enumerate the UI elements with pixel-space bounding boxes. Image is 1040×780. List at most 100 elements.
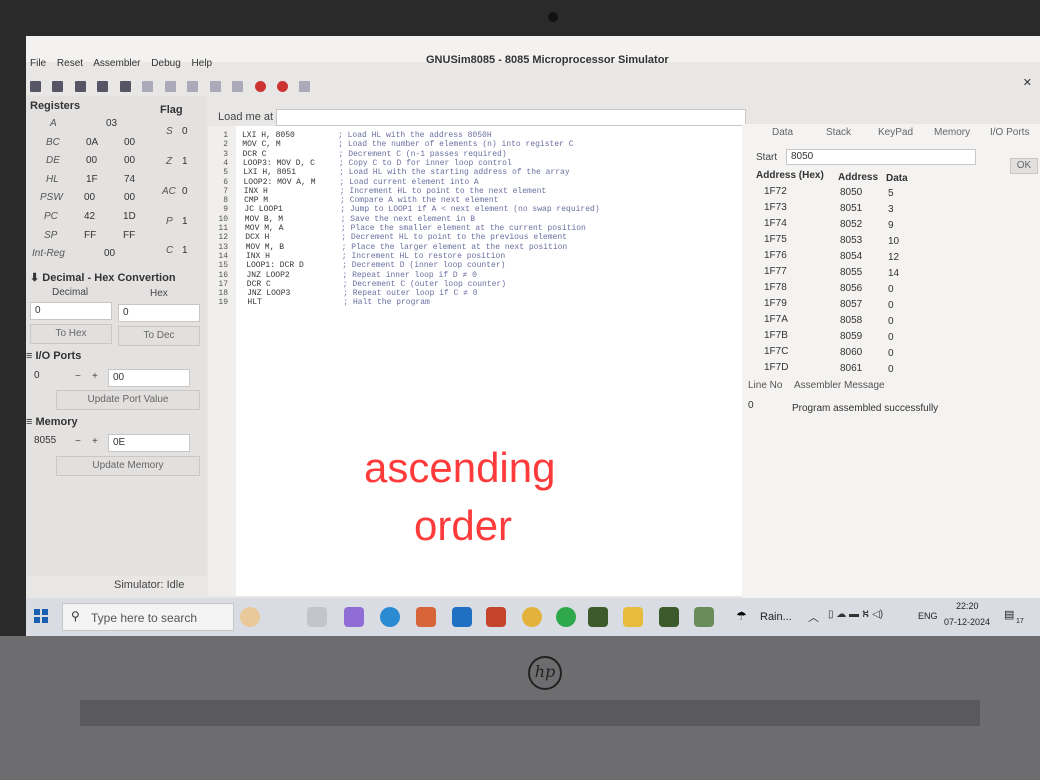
code-line[interactable]: INX H ; Increment HL to restore position: [246, 252, 505, 261]
menu-file[interactable]: File: [30, 58, 46, 69]
save-icon[interactable]: [74, 81, 86, 93]
code-line[interactable]: MOV M, A ; Place the smaller element at t…: [245, 224, 586, 233]
code-comment: ; Compare A with the next element: [340, 196, 499, 206]
clock-date[interactable]: 07-12-2024: [944, 617, 990, 627]
cell-address-hex: 1F73: [764, 202, 787, 213]
close-icon[interactable]: ✕: [1023, 76, 1032, 89]
task-view-icon[interactable]: [307, 607, 327, 627]
chevron-up-icon[interactable]: ︿: [808, 609, 819, 625]
start-input[interactable]: 8050: [786, 149, 976, 165]
weather-text[interactable]: Rain...: [760, 611, 792, 623]
reg-pc-label: PC: [44, 211, 58, 222]
code-line[interactable]: HLT ; Halt the program: [247, 298, 429, 307]
widgets-icon[interactable]: [240, 607, 260, 627]
load-address-input[interactable]: [276, 109, 746, 126]
cell-address: 8056: [840, 283, 863, 294]
notification-icon[interactable]: ▤: [1004, 608, 1014, 621]
menu-debug[interactable]: Debug: [151, 58, 180, 69]
system-tray-icons[interactable]: ▯ ☁ ▬ ⛕ ◁): [828, 609, 883, 622]
code-line[interactable]: DCR C ; Decrement C (outer loop counter): [247, 280, 506, 289]
code-line[interactable]: MOV M, B ; Place the larger element at th…: [246, 243, 568, 252]
to-hex-button[interactable]: To Hex: [30, 324, 112, 344]
windows-start-icon[interactable]: [34, 609, 48, 623]
cell-address-hex: 1F75: [764, 234, 787, 245]
code-line[interactable]: LXI H, 8050 ; Load HL with the address 80…: [242, 131, 492, 140]
memory-minus-button[interactable]: −: [75, 436, 81, 447]
decimal-input[interactable]: 0: [30, 302, 112, 320]
code-line[interactable]: MOV B, M ; Save the next element in B: [245, 215, 475, 224]
code-line[interactable]: JNZ LOOP3 ; Repeat outer loop if C ≠ 0: [247, 289, 477, 298]
open-file-icon[interactable]: [52, 81, 64, 93]
code-line[interactable]: MOV C, M ; Load the number of elements (n…: [242, 140, 573, 149]
memory-address[interactable]: 8055: [30, 433, 70, 451]
to-dec-button[interactable]: To Dec: [118, 326, 200, 346]
menu-reset[interactable]: Reset: [57, 58, 83, 69]
file-explorer-icon[interactable]: [623, 607, 643, 627]
whatsapp-icon[interactable]: [556, 607, 576, 627]
code-instruction: DCX H: [245, 233, 270, 243]
update-memory-button[interactable]: Update Memory: [56, 456, 200, 476]
code-line[interactable]: LXI H, 8051 ; Load HL with the starting a…: [243, 168, 569, 177]
cell-data: 0: [888, 364, 894, 375]
store-icon[interactable]: [416, 607, 436, 627]
col-address: Address: [838, 172, 879, 183]
code-line[interactable]: JC LOOP1 ; Jump to LOOP1 if A < next elem…: [244, 205, 599, 214]
chrome-icon[interactable]: [522, 607, 542, 627]
step-out-icon[interactable]: [232, 81, 244, 93]
io-minus-button[interactable]: −: [75, 371, 81, 382]
flag-z-value: 1: [182, 156, 188, 167]
new-file-icon[interactable]: [30, 81, 41, 93]
code-instruction: HLT: [247, 298, 262, 308]
memory-title: ≡ Memory: [26, 416, 78, 428]
execute-icon[interactable]: [164, 81, 176, 93]
save-as-icon[interactable]: [97, 81, 109, 93]
memory-value[interactable]: 0E: [108, 434, 190, 452]
app-icon[interactable]: [694, 607, 714, 627]
cell-data: 12: [888, 252, 900, 263]
assemble-icon[interactable]: [142, 81, 154, 93]
cell-address: 8059: [840, 331, 863, 342]
gnusim-taskbar-icon[interactable]: [588, 607, 608, 627]
code-line[interactable]: CMP M ; Compare A with the next element: [244, 196, 498, 205]
tab-data[interactable]: Data: [772, 124, 793, 142]
update-port-button[interactable]: Update Port Value: [56, 390, 200, 410]
stop-icon[interactable]: [276, 81, 288, 93]
move-icon[interactable]: [299, 81, 311, 93]
io-plus-button[interactable]: +: [92, 371, 98, 382]
menu-assembler[interactable]: Assembler: [93, 58, 140, 69]
cell-address: 8058: [840, 315, 863, 326]
tab-keypad[interactable]: KeyPad: [878, 124, 913, 142]
code-line[interactable]: LOOP3: MOV D, C ; Copy C to D for inner l…: [243, 159, 512, 168]
clock-time[interactable]: 22:20: [956, 601, 979, 611]
powerpoint-icon[interactable]: [486, 607, 506, 627]
copilot-icon[interactable]: [344, 607, 364, 627]
code-line[interactable]: DCX H ; Decrement HL to point to the prev…: [245, 233, 567, 242]
step-over-icon[interactable]: [209, 81, 221, 93]
code-line[interactable]: LOOP2: MOV A, M ; Load current element in…: [244, 178, 479, 187]
io-port-number[interactable]: 0: [30, 368, 70, 386]
hex-input[interactable]: 0: [118, 304, 200, 322]
language-indicator[interactable]: ENG: [918, 611, 938, 621]
memory-plus-button[interactable]: +: [92, 436, 98, 447]
print-icon[interactable]: [119, 81, 131, 93]
tab-memory[interactable]: Memory: [934, 124, 970, 142]
code-line[interactable]: JNZ LOOP2 ; Repeat inner loop if D ≠ 0: [247, 271, 477, 280]
edge-icon[interactable]: [380, 607, 400, 627]
tab-stack[interactable]: Stack: [826, 124, 851, 142]
weather-icon[interactable]: ☂: [736, 609, 747, 623]
taskbar-search[interactable]: ⚲ Type here to search: [62, 603, 234, 631]
menu-help[interactable]: Help: [192, 58, 213, 69]
col-assembler-message: Assembler Message: [794, 380, 885, 391]
code-line[interactable]: INX H ; Increment HL to point to the next…: [244, 187, 546, 196]
outlook-icon[interactable]: [452, 607, 472, 627]
step-in-icon[interactable]: [187, 81, 199, 93]
cell-address: 8060: [840, 347, 863, 358]
io-port-value[interactable]: 00: [108, 369, 190, 387]
code-instruction: DCR C: [242, 149, 267, 159]
breakpoint-icon[interactable]: [254, 81, 266, 93]
code-line[interactable]: LOOP1: DCR D ; Decrement D (inner loop co…: [246, 261, 505, 270]
tab-io-ports[interactable]: I/O Ports: [990, 124, 1029, 142]
ok-button[interactable]: OK: [1010, 158, 1038, 174]
code-line[interactable]: DCR C ; Decrement C (n-1 passes required): [243, 150, 507, 159]
gnusim-active-icon[interactable]: [659, 607, 679, 627]
